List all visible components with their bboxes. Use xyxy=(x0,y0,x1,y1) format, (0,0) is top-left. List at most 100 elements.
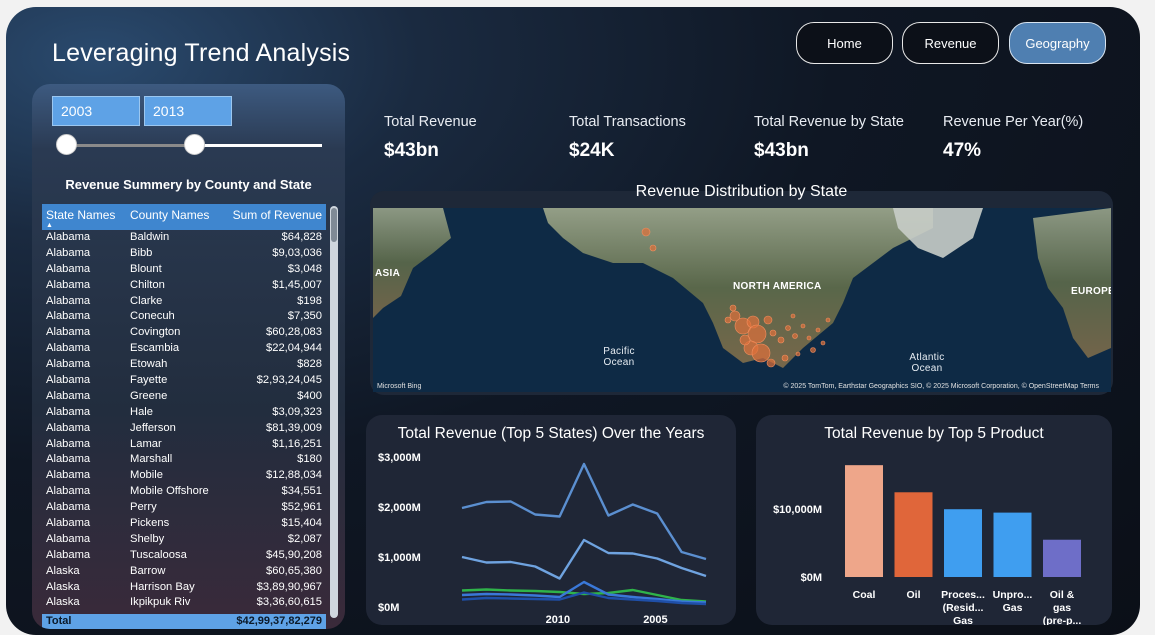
cell-revenue: $9,03,036 xyxy=(272,246,322,259)
table-row[interactable]: Alabama Perry $52,961 xyxy=(42,500,326,516)
cell-county: Blount xyxy=(130,262,162,275)
table-row[interactable]: Alabama Fayette $2,93,24,045 xyxy=(42,373,326,389)
cell-revenue: $12,88,034 xyxy=(266,469,322,482)
bar[interactable] xyxy=(1043,539,1081,577)
revenue-button[interactable]: Revenue xyxy=(902,22,999,64)
table-row[interactable]: Alabama Pickens $15,404 xyxy=(42,516,326,532)
cell-revenue: $15,404 xyxy=(281,517,322,530)
cell-revenue: $64,828 xyxy=(281,231,322,243)
cell-revenue: $7,350 xyxy=(287,310,322,323)
cell-revenue: $3,36,60,615 xyxy=(256,596,322,609)
cell-county: Shelby xyxy=(130,532,165,545)
cell-revenue: $45,90,208 xyxy=(266,548,322,561)
table-row[interactable]: Alabama Greene $400 xyxy=(42,389,326,405)
kpi-total-transactions: Total Transactions $24K xyxy=(569,114,686,162)
table-row[interactable]: Alabama Clarke $198 xyxy=(42,294,326,310)
bar-chart-panel: Total Revenue by Top 5 Product $10,000M $… xyxy=(756,415,1112,625)
geography-button[interactable]: Geography xyxy=(1009,22,1106,64)
table-row[interactable]: Alabama Mobile $12,88,034 xyxy=(42,468,326,484)
cell-state: Alabama xyxy=(46,342,91,355)
kpi-value: $43bn xyxy=(754,140,809,161)
cell-revenue: $34,551 xyxy=(281,485,322,498)
table-row[interactable]: Alabama Conecuh $7,350 xyxy=(42,309,326,325)
table-row[interactable]: Alabama Hale $3,09,323 xyxy=(42,405,326,421)
table-row[interactable]: Alabama Chilton $1,45,007 xyxy=(42,278,326,294)
table-row[interactable]: Alaska Ikpikpuk Riv $3,36,60,615 xyxy=(42,595,326,611)
cell-state: Alaska xyxy=(46,564,80,577)
end-year-input[interactable]: 2013 xyxy=(144,96,232,126)
y-tick-label: $0M xyxy=(801,572,822,584)
table-body: Alabama Baldwin $64,828 Alabama Bibb $9,03,03… xyxy=(42,230,326,614)
table-row[interactable]: Alabama Jefferson $81,39,009 xyxy=(42,421,326,437)
slider-end-handle[interactable] xyxy=(184,134,205,155)
cell-revenue: $3,89,90,967 xyxy=(256,580,322,593)
series-line[interactable] xyxy=(461,538,707,580)
table-row[interactable]: Alabama Escambia $22,04,944 xyxy=(42,341,326,357)
cell-revenue: $400 xyxy=(297,389,322,402)
cell-state: Alabama xyxy=(46,278,91,291)
cell-county: Barrow xyxy=(130,564,166,577)
table-row[interactable]: Alabama Baldwin $64,828 xyxy=(42,230,326,246)
cell-state: Alabama xyxy=(46,517,91,530)
bar[interactable] xyxy=(894,492,933,577)
cell-revenue: $52,961 xyxy=(281,501,322,514)
bing-logo: Microsoft Bing xyxy=(377,383,422,390)
bar[interactable] xyxy=(944,509,982,577)
map-terrain xyxy=(373,208,1111,392)
cell-state: Alabama xyxy=(46,294,91,307)
table-title: Revenue Summery by County and State xyxy=(65,177,312,192)
cell-state: Alabama xyxy=(46,389,91,402)
map-attribution[interactable]: © 2025 TomTom, Earthstar Geographics SIO… xyxy=(783,383,1099,390)
bar[interactable] xyxy=(845,465,883,577)
cell-revenue: $1,16,251 xyxy=(272,437,322,450)
cell-county: Bibb xyxy=(130,246,153,259)
cell-state: Alabama xyxy=(46,532,91,545)
table-row[interactable]: Alaska Barrow $60,65,380 xyxy=(42,564,326,580)
table-row[interactable]: Alabama Covington $60,28,083 xyxy=(42,325,326,341)
dashboard-canvas: Leveraging Trend Analysis Home Revenue G… xyxy=(6,7,1140,635)
cell-county: Hale xyxy=(130,405,154,418)
kpi-total-revenue: Total Revenue $43bn xyxy=(384,114,477,162)
y-tick-label: $2,000M xyxy=(378,502,421,514)
revenue-map[interactable]: ASIA NORTH AMERICA EUROPE Pacific Ocean … xyxy=(373,208,1111,392)
category-label: Gas xyxy=(1003,602,1023,614)
category-label: Gas xyxy=(953,615,973,625)
cell-county: Pickens xyxy=(130,517,170,530)
table-row[interactable]: Alabama Mobile Offshore $34,551 xyxy=(42,484,326,500)
column-header-county[interactable]: County Names xyxy=(126,204,222,230)
table-row[interactable]: Alabama Lamar $1,16,251 xyxy=(42,437,326,453)
cell-state: Alabama xyxy=(46,310,91,323)
table-row[interactable]: Alabama Bibb $9,03,036 xyxy=(42,246,326,262)
cell-state: Alabama xyxy=(46,501,91,514)
category-label: Proces... xyxy=(941,589,985,601)
table-row[interactable]: Alabama Blount $3,048 xyxy=(42,262,326,278)
table-row[interactable]: Alabama Tuscaloosa $45,90,208 xyxy=(42,548,326,564)
kpi-label: Revenue Per Year(%) xyxy=(943,114,1084,130)
cell-county: Tuscaloosa xyxy=(130,548,187,561)
map-label-asia: ASIA xyxy=(375,268,401,279)
cell-state: Alabama xyxy=(46,548,91,561)
slider-start-handle[interactable] xyxy=(56,134,77,155)
series-line[interactable] xyxy=(461,462,707,561)
column-header-state[interactable]: State Names ▲ xyxy=(42,204,126,230)
table-row[interactable]: Alabama Marshall $180 xyxy=(42,452,326,468)
cell-state: Alabama xyxy=(46,453,91,466)
cell-state: Alabama xyxy=(46,437,91,450)
table-total-row: Total $42,99,37,82,279 xyxy=(42,614,326,629)
home-button[interactable]: Home xyxy=(796,22,893,64)
cell-county: Lamar xyxy=(130,437,162,450)
cell-county: Covington xyxy=(130,326,181,339)
table-row[interactable]: Alaska Harrison Bay $3,89,90,967 xyxy=(42,580,326,596)
table-row[interactable]: Alabama Shelby $2,087 xyxy=(42,532,326,548)
page-title: Leveraging Trend Analysis xyxy=(52,39,351,67)
start-year-input[interactable]: 2003 xyxy=(52,96,140,126)
table-scrollbar[interactable] xyxy=(330,206,338,618)
column-header-revenue[interactable]: Sum of Revenue xyxy=(222,204,326,230)
cell-revenue: $60,28,083 xyxy=(266,326,322,339)
table-header: State Names ▲ County Names Sum of Revenu… xyxy=(42,204,326,230)
bar[interactable] xyxy=(993,512,1032,577)
cell-county: Jefferson xyxy=(130,421,176,434)
table-row[interactable]: Alabama Etowah $828 xyxy=(42,357,326,373)
map-label-europe: EUROPE xyxy=(1071,286,1111,297)
table-scroll-thumb[interactable] xyxy=(331,208,337,242)
